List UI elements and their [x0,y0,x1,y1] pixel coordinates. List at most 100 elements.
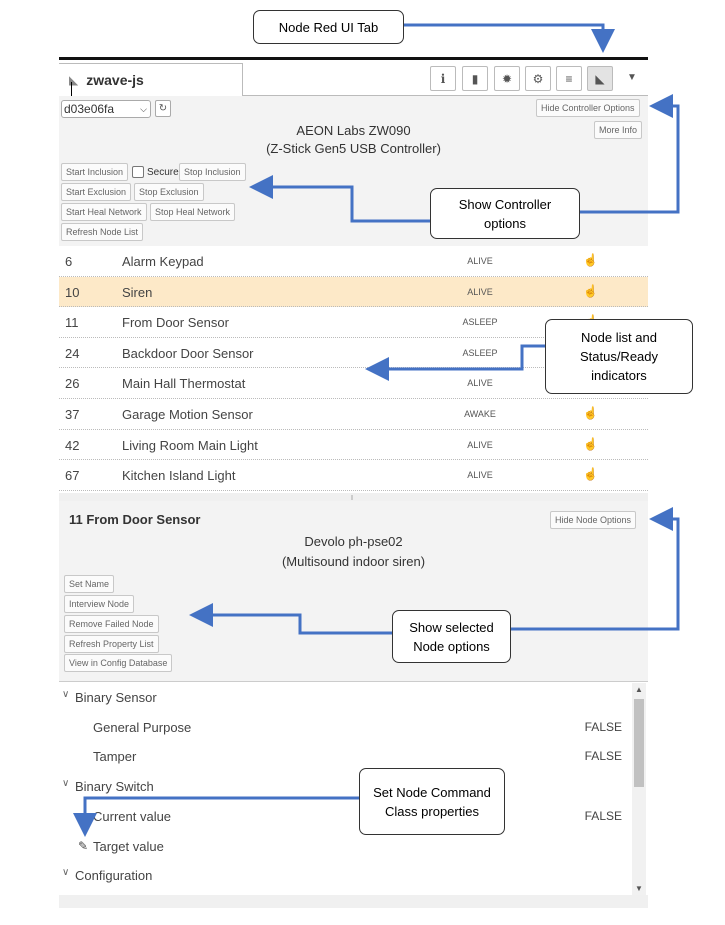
node-status: ASLEEP [462,317,498,328]
context-tab-button[interactable]: ≡ [556,66,582,91]
node-name: Main Hall Thermostat [122,376,246,392]
property-label: General Purpose [93,720,192,735]
node-status: ALIVE [467,439,493,450]
table-row[interactable]: 10 Siren ALIVE ☝ [59,276,648,308]
table-row[interactable]: 67 Kitchen Island Light ALIVE ☝ [59,460,648,491]
refresh-property-list-button[interactable]: Refresh Property List [64,635,159,653]
stop-heal-network-button[interactable]: Stop Heal Network [150,203,236,221]
property-label: Target value [93,839,164,854]
thumbs-up-icon: ☝ [583,253,598,267]
refresh-controller-button[interactable]: ↻ [155,100,171,117]
node-name: From Door Sensor [122,315,229,331]
callout-text: Node options [413,638,490,654]
node-id: 24 [65,345,80,361]
sidebar-tab-bar: ◣ zwave-js i ▮ ✹ ⚙ ≡ ◣ ▼ [59,60,648,98]
cc-group-binary-sensor[interactable]: ∨ Binary Sensor [59,683,631,712]
interview-node-button[interactable]: Interview Node [64,595,135,613]
callout-text: Show selected [409,619,494,635]
property-row: General Purpose FALSE [59,713,631,742]
stop-inclusion-button[interactable]: Stop Inclusion [179,163,246,181]
book-icon: ▮ [471,71,479,86]
callout-text: Class properties [385,803,479,819]
callout-text: Status/Ready [579,349,659,364]
property-value: FALSE [584,720,622,734]
cc-group-label: Binary Switch [75,779,154,794]
node-status: ALIVE [467,286,493,297]
scroll-up-icon[interactable]: ▲ [635,685,643,694]
chevron-down-icon[interactable]: ▼ [627,72,637,83]
pencil-icon[interactable]: ✎ [78,839,88,853]
node-name: Living Room Main Light [122,437,258,453]
gear-icon: ⚙ [532,71,544,86]
table-row[interactable]: 37 Garage Motion Sensor AWAKE ☝ [59,399,648,430]
database-icon: ≡ [565,71,573,86]
zwave-tab-button[interactable]: ◣ [587,66,613,91]
node-id: 6 [65,254,73,269]
callout-text: indicators [591,368,647,383]
scrollbar-thumb[interactable] [634,699,644,787]
config-tab-button[interactable]: ⚙ [525,66,551,91]
rss-icon: ◣ [595,71,605,86]
secure-checkbox[interactable] [132,166,144,178]
cc-group-binary-switch[interactable]: ∨ Binary Switch [59,772,631,801]
zwave-js-tab[interactable]: ◣ zwave-js [59,63,243,97]
controller-select-value: d03e06fa [64,102,115,116]
property-value: FALSE [584,749,622,763]
panel-splitter[interactable] [59,493,648,501]
property-label: Current value [93,809,172,824]
callout-text: Node Red UI Tab [278,19,379,35]
start-exclusion-button[interactable]: Start Exclusion [61,183,132,201]
scroll-down-icon[interactable]: ▼ [635,884,643,893]
controller-name: AEON Labs ZW090 [296,123,411,138]
refresh-node-list-button[interactable]: Refresh Node List [61,223,144,241]
callout-command-class: Set Node Command Class properties [359,768,505,835]
property-label: Tamper [93,749,137,764]
controller-model: (Z-Stick Gen5 USB Controller) [266,141,441,156]
debug-tab-button[interactable]: ✹ [494,66,520,91]
hide-node-options-button[interactable]: Hide Node Options [550,511,637,529]
node-status: AWAKE [464,408,496,419]
cc-group-label: Configuration [75,868,153,883]
cc-group-configuration[interactable]: ∨ Configuration [59,861,631,890]
thumbs-up-icon: ☝ [583,436,598,451]
node-panel: 11 From Door Sensor Hide Node Options De… [59,501,648,682]
hide-controller-options-button[interactable]: Hide Controller Options [536,99,640,117]
node-name: Backdoor Door Sensor [122,345,254,361]
info-tab-button[interactable]: i [430,66,456,91]
thumbs-up-icon: ☝ [583,467,598,482]
callout-node-options: Show selected Node options [392,610,511,663]
node-id: 37 [65,406,80,422]
panel-footer [59,895,648,908]
info-icon: i [440,71,446,86]
help-tab-button[interactable]: ▮ [462,66,488,91]
secure-label: Secure [147,167,179,178]
property-row: Current value FALSE [59,802,631,831]
property-list: ∨ Binary Sensor General Purpose FALSE Ta… [59,683,648,895]
stop-exclusion-button[interactable]: Stop Exclusion [134,183,204,201]
controller-select[interactable]: d03e06fa ⌵ [61,100,151,118]
table-row[interactable]: 42 Living Room Main Light ALIVE ☝ [59,430,648,461]
node-status: ALIVE [467,256,493,266]
node-status: ASLEEP [462,347,498,358]
node-name: Kitchen Island Light [122,468,236,484]
cc-group-label: Binary Sensor [75,690,157,705]
property-scrollbar[interactable]: ▲ ▼ [632,683,646,895]
node-title: 11 From Door Sensor [69,512,201,527]
bug-icon: ✹ [501,71,513,86]
view-config-database-button[interactable]: View in Config Database [64,654,173,672]
node-description: (Multisound indoor siren) [281,554,426,569]
arrow-ui-tab [404,23,615,53]
property-row-editable[interactable]: ✎ Target value [59,832,631,861]
callout-text: Node list and [581,330,657,345]
node-id: 26 [65,376,80,392]
refresh-icon: ↻ [158,103,168,114]
start-inclusion-button[interactable]: Start Inclusion [61,163,129,181]
callout-text: Set Node Command [373,784,491,800]
set-name-button[interactable]: Set Name [64,575,115,593]
start-heal-network-button[interactable]: Start Heal Network [61,203,147,221]
callout-ui-tab: Node Red UI Tab [253,10,404,44]
node-product: Devolo ph-pse02 [304,534,403,549]
table-row[interactable]: 6 Alarm Keypad ALIVE ☝ [59,246,648,277]
callout-text: Show Controller [458,196,552,212]
remove-failed-node-button[interactable]: Remove Failed Node [64,615,159,633]
